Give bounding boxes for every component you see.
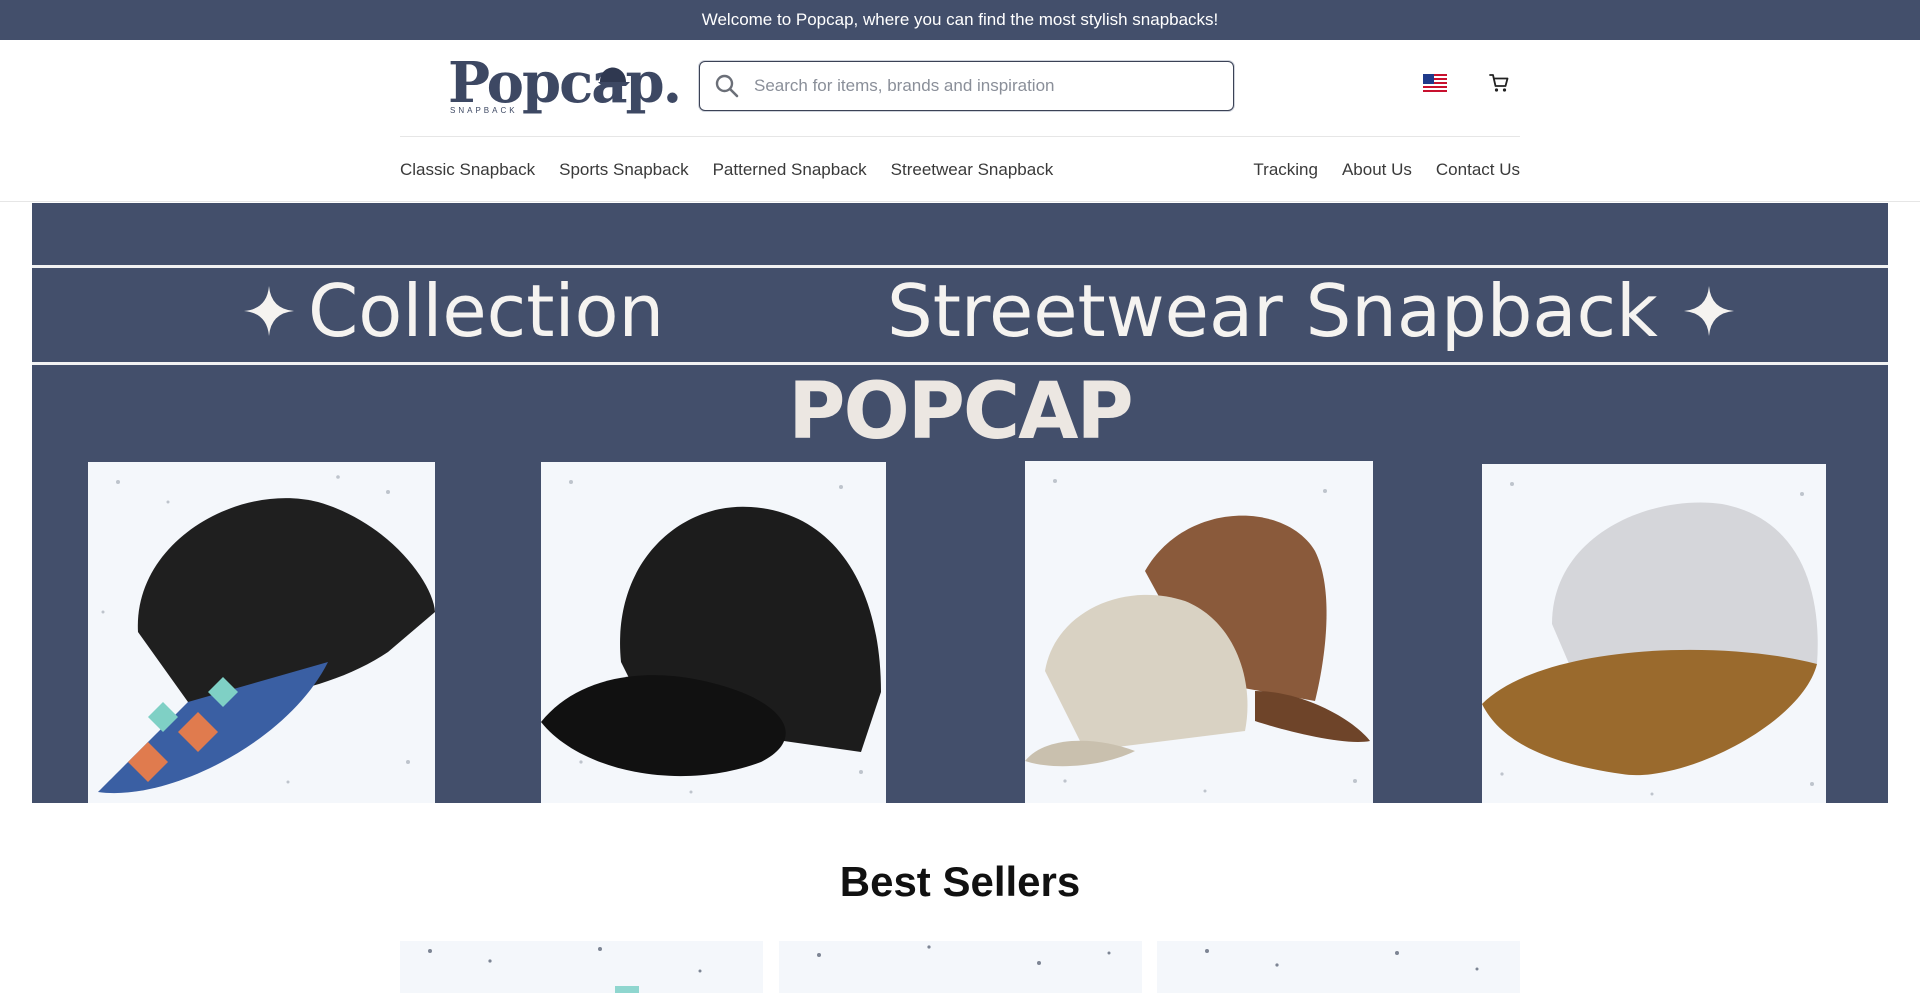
search-icon[interactable] — [700, 62, 754, 110]
hero-divider — [32, 265, 1888, 268]
hero-cap-image-4 — [1482, 464, 1826, 803]
hero-title-collection: Collection — [308, 269, 665, 353]
us-flag-icon[interactable] — [1423, 74, 1447, 92]
nav-link-classic-snapback[interactable]: Classic Snapback — [400, 160, 535, 180]
site-header: Popcap. SNAPBACK — [0, 40, 1920, 137]
nav-inner: Classic Snapback Sports Snapback Pattern… — [400, 137, 1520, 202]
sparkle-icon — [1683, 286, 1734, 336]
search-input[interactable] — [754, 62, 1233, 110]
main-nav: Classic Snapback Sports Snapback Pattern… — [0, 137, 1920, 202]
nav-link-streetwear-snapback[interactable]: Streetwear Snapback — [891, 160, 1054, 180]
product-card-2[interactable] — [779, 941, 1142, 993]
hero-divider — [32, 362, 1888, 365]
nav-link-sports-snapback[interactable]: Sports Snapback — [559, 160, 688, 180]
cap-logo-icon — [598, 67, 630, 86]
hero-title-left: Collection — [242, 275, 664, 347]
sparkle-icon — [244, 286, 294, 336]
hero-title-right: Streetwear Snapback — [887, 275, 1736, 347]
hero-cap-image-2 — [541, 462, 886, 803]
hero-cap-image-3 — [1025, 461, 1373, 803]
logo-subtitle: SNAPBACK — [450, 106, 518, 115]
product-card-1[interactable] — [400, 941, 763, 993]
hero-banner[interactable]: Collection Streetwear Snapback POPCAP — [32, 203, 1888, 803]
nav-link-patterned-snapback[interactable]: Patterned Snapback — [713, 160, 867, 180]
nav-categories: Classic Snapback Sports Snapback Pattern… — [400, 160, 1053, 180]
hero-title-streetwear: Streetwear Snapback — [887, 269, 1658, 353]
announcement-bar: Welcome to Popcap, where you can find th… — [0, 0, 1920, 40]
hero-cap-image-1 — [88, 462, 435, 803]
logo[interactable]: Popcap. SNAPBACK — [448, 50, 682, 120]
product-card-3[interactable] — [1157, 941, 1520, 993]
nav-link-contact-us[interactable]: Contact Us — [1436, 160, 1520, 180]
nav-link-about-us[interactable]: About Us — [1342, 160, 1412, 180]
cart-icon[interactable] — [1486, 70, 1512, 96]
hero-brand: POPCAP — [788, 367, 1133, 457]
header-inner: Popcap. SNAPBACK — [400, 40, 1520, 137]
announcement-text: Welcome to Popcap, where you can find th… — [701, 10, 1219, 29]
nav-link-tracking[interactable]: Tracking — [1253, 160, 1318, 180]
search-bar[interactable] — [699, 61, 1234, 111]
nav-info: Tracking About Us Contact Us — [1253, 160, 1520, 180]
section-title-best-sellers: Best Sellers — [839, 858, 1081, 905]
